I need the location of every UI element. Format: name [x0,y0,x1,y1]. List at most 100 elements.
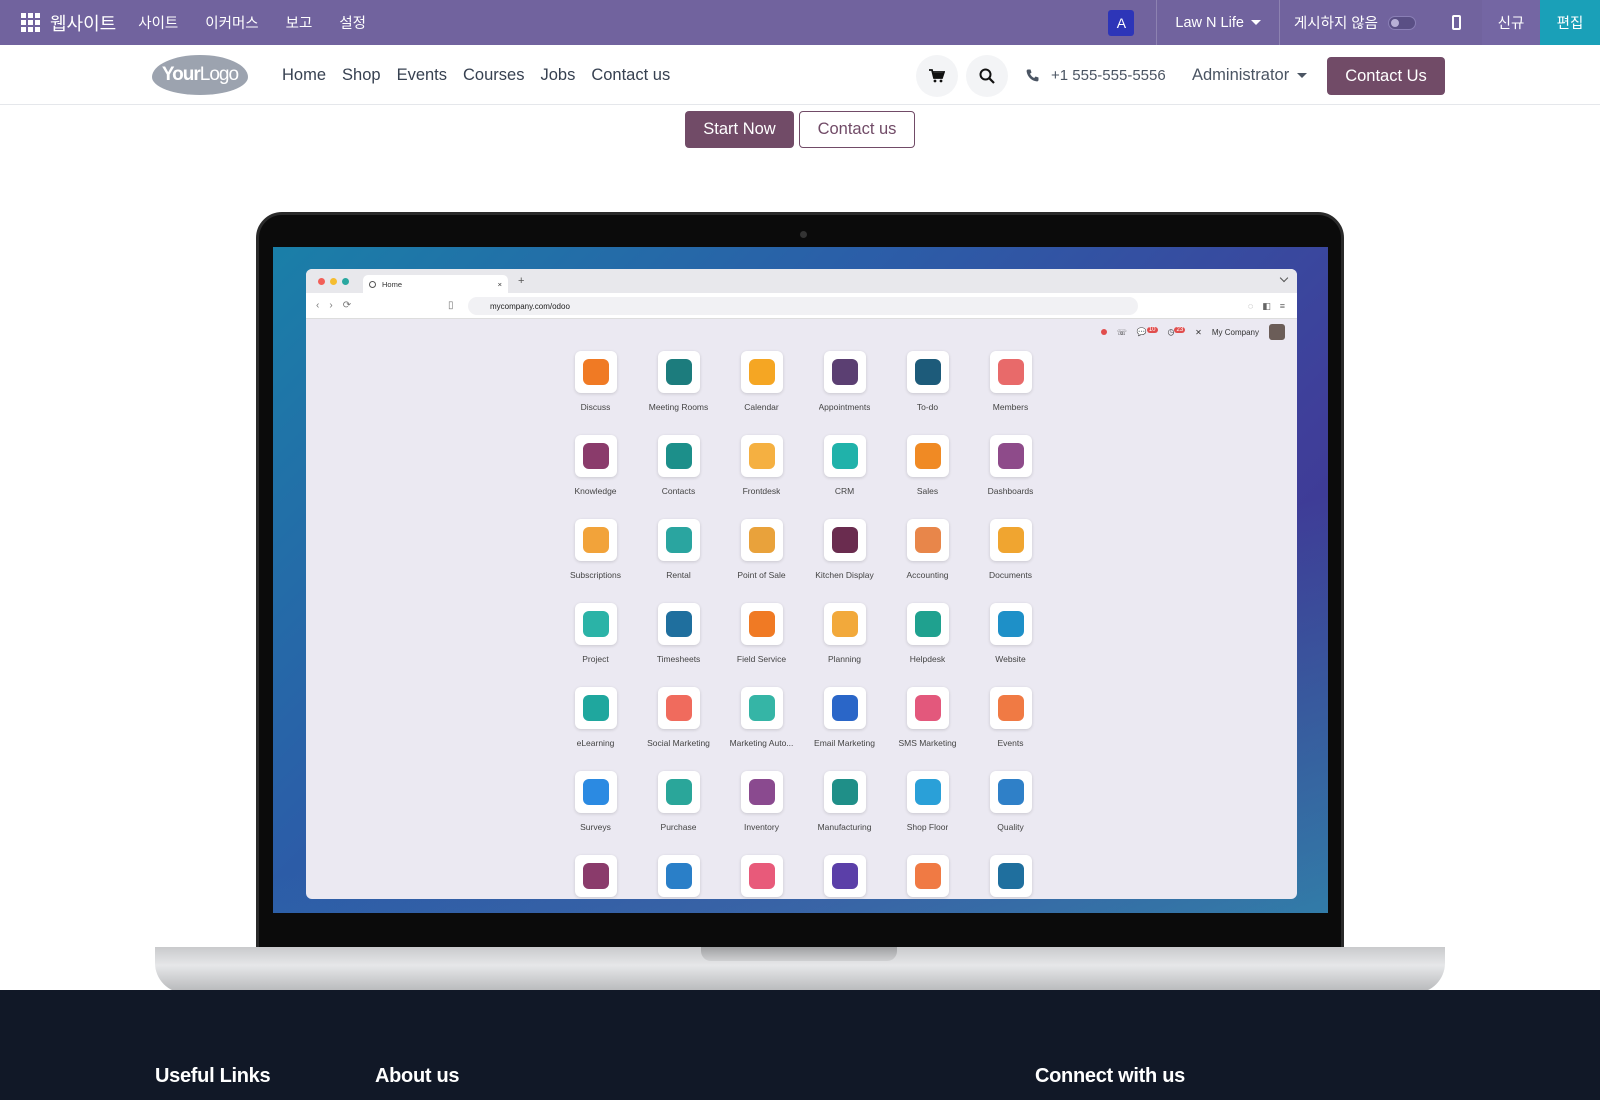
contact-us-outline-button[interactable]: Contact us [799,111,915,148]
app-glyph-icon [914,863,941,889]
app-icon [823,351,866,393]
menu-site[interactable]: 사이트 [138,12,178,33]
nav-home[interactable]: Home [282,66,326,85]
admin-bar: 웹사이트 사이트 이커머스 보고 설정 A Law N Life 게시하지 않음… [0,0,1600,45]
menu-ecommerce[interactable]: 이커머스 [205,12,258,33]
app-glyph-icon [831,779,858,805]
app-item: Sales [886,435,969,496]
app-glyph-icon [997,695,1024,721]
app-label: Sales [916,486,939,496]
app-glyph-icon [665,695,692,721]
nav-jobs[interactable]: Jobs [540,66,575,85]
app-glyph-icon [748,695,775,721]
app-glyph-icon [582,611,609,637]
app-item: Social Marketing [637,687,720,748]
app-item: Calendar [720,351,803,412]
app-glyph-icon [914,443,941,469]
app-item: Surveys [554,771,637,832]
app-label: Project [582,654,609,664]
app-item: SMS Marketing [886,687,969,748]
app-icon [657,855,700,897]
publish-toggle[interactable] [1388,15,1416,30]
contact-us-button[interactable]: Contact Us [1327,57,1445,95]
nav-shop[interactable]: Shop [342,66,381,85]
apps-grid: Discuss Meeting Rooms Calendar Appointments… [554,351,1052,899]
app-icon [906,435,949,477]
laptop-screen: Home × + ‹ › ⟳ ▯ mycompany.com/odoo ◌ ◧ … [273,247,1328,913]
app-item: Field Service [720,603,803,664]
app-label: SMS Marketing [898,738,957,748]
app-item: Timesheets [637,603,720,664]
app-label: Planning [827,654,862,664]
menu-reporting[interactable]: 보고 [286,12,313,33]
app-glyph-icon [914,611,941,637]
app-icon [906,855,949,897]
app-label: Social Marketing [647,738,710,748]
app-glyph-icon [914,359,941,385]
app-icon [823,771,866,813]
app-label: Manufacturing [817,822,872,832]
new-button[interactable]: 신규 [1482,0,1540,45]
forward-icon: › [329,300,333,311]
cart-button[interactable] [916,55,958,97]
app-glyph-icon [582,695,609,721]
apps-grid-icon[interactable] [16,9,44,37]
nav-courses[interactable]: Courses [463,66,524,85]
publish-label: 게시하지 않음 [1293,16,1378,32]
sidebar-icon: ◧ [1262,301,1271,311]
user-menu[interactable]: Administrator [1192,45,1308,105]
url-text: mycompany.com/odoo [490,301,570,311]
app-glyph-icon [665,779,692,805]
status-dot-icon [1100,329,1107,335]
app-item: Email Marketing [803,687,886,748]
app-icon [740,771,783,813]
app-label: Field Service [736,654,787,664]
user-avatar[interactable]: A [1108,9,1135,36]
footer-about-title: About us [375,1065,460,1087]
browser-toolbar-icons: ◌ ◧ ≡ [1248,301,1285,312]
app-icon [989,687,1032,729]
app-item [969,855,1052,899]
nav-contact[interactable]: Contact us [591,66,670,85]
app-glyph-icon [914,779,941,805]
phone-link[interactable]: +1 555-555-5556 [1026,45,1166,105]
app-label: Events [997,738,1024,748]
app-icon [657,603,700,645]
app-icon [740,519,783,561]
app-label: Members [992,402,1029,412]
app-glyph-icon [997,779,1024,805]
app-glyph-icon [748,863,775,889]
app-item: Accounting [886,519,969,580]
app-label: Appointments [818,402,871,412]
app-icon [574,435,617,477]
caret-down-icon [1297,72,1308,78]
app-item: Shop Floor [886,771,969,832]
app-label: Rental [666,570,691,580]
app-label: Email Marketing [814,738,875,748]
edit-button[interactable]: 편집 [1540,0,1600,45]
close-icon: × [497,279,502,289]
app-item: Inventory [720,771,803,832]
start-now-button[interactable]: Start Now [685,111,794,148]
app-item: Kitchen Display [803,519,886,580]
tab-title: Home [382,279,403,289]
website-selector[interactable]: Law N Life [1157,15,1279,31]
menu-settings[interactable]: 설정 [339,12,366,33]
activity-icon: ◷ 23 [1167,327,1186,337]
logo-word-bold: Your [161,64,201,85]
company-name: My Company [1211,327,1259,337]
nav-events[interactable]: Events [397,66,447,85]
app-item: Meeting Rooms [637,351,720,412]
mobile-preview-icon[interactable] [1430,15,1482,30]
site-logo[interactable]: Your Logo [152,55,248,95]
website-name: Law N Life [1175,14,1244,31]
odoo-systray: ☏ 💬 10 ◷ 23 ✕ My Company [306,319,1297,345]
app-glyph-icon [665,443,692,469]
publish-toggle-group[interactable]: 게시하지 않음 [1280,12,1430,33]
back-icon: ‹ [316,300,320,311]
extension-icon: ◌ [1247,301,1254,311]
logo-word-light: Logo [199,64,239,85]
website-app-title[interactable]: 웹사이트 [50,10,116,36]
app-item: Project [554,603,637,664]
search-button[interactable] [966,55,1008,97]
